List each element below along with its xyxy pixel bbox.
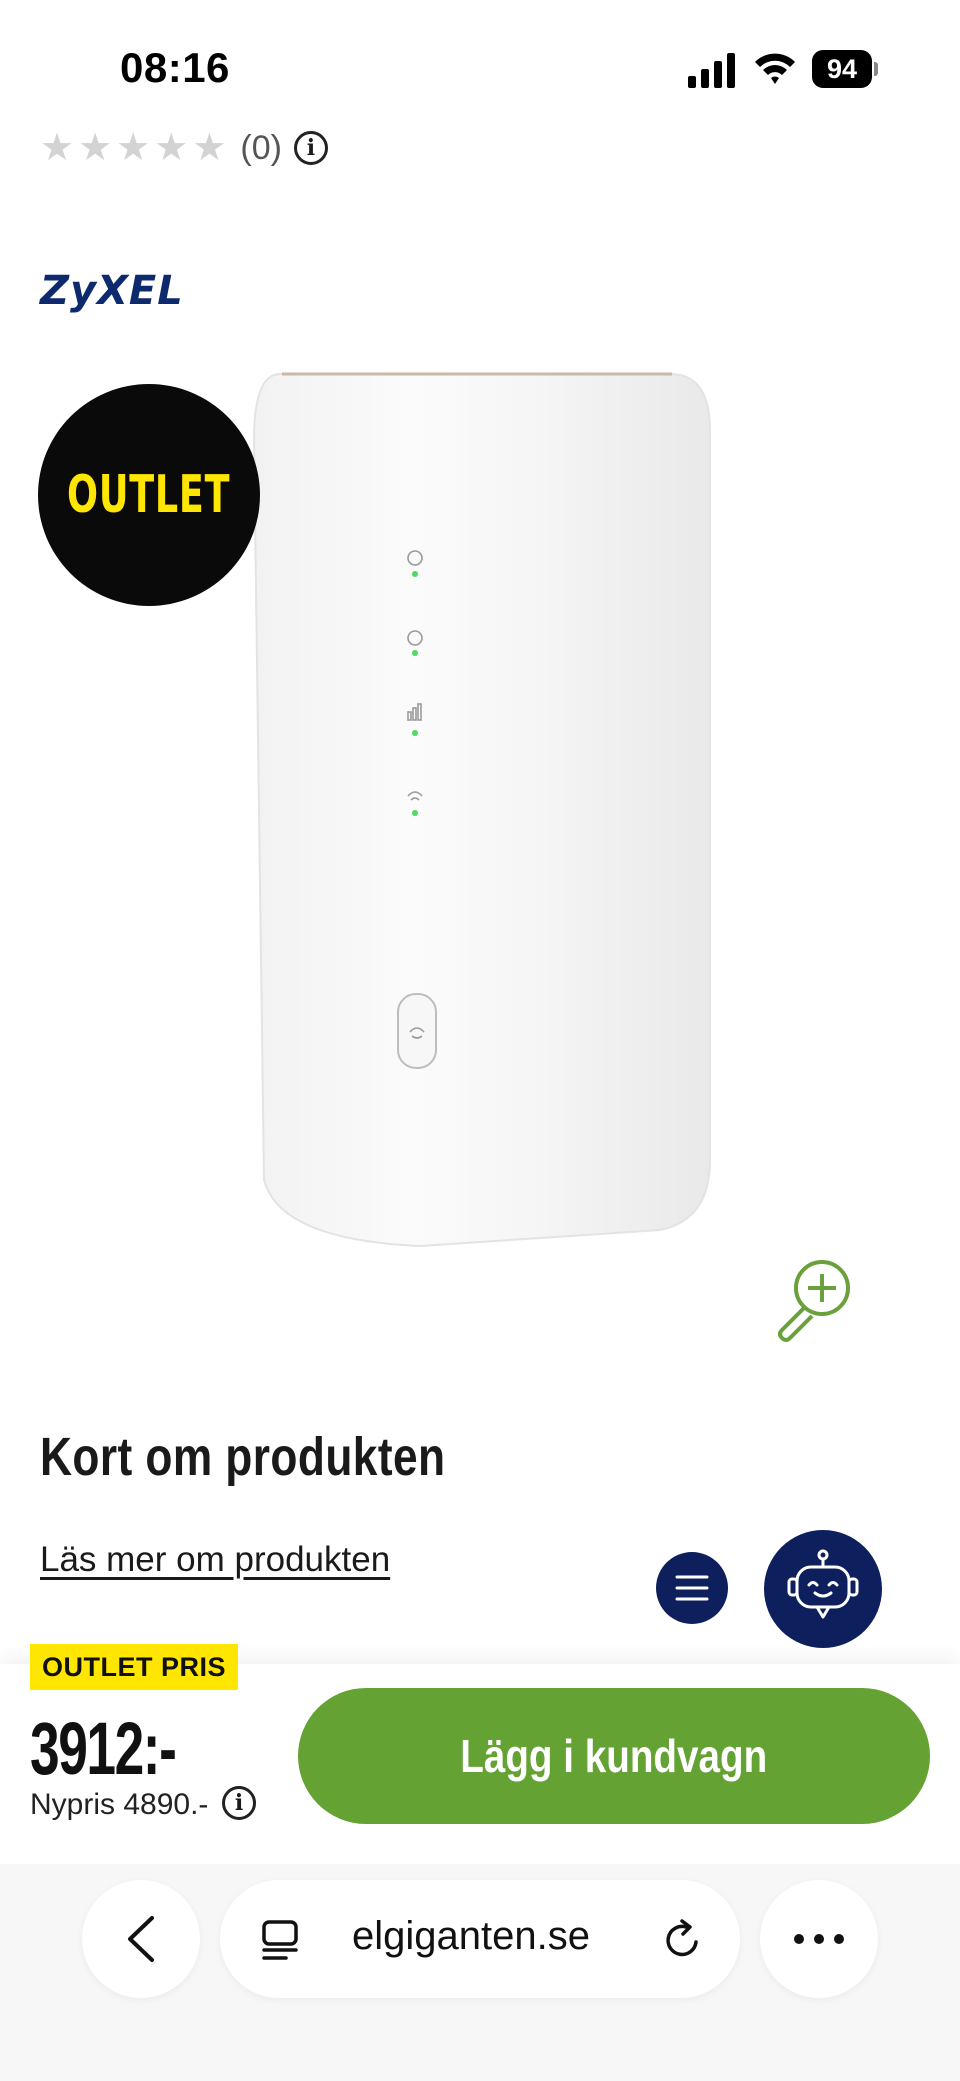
info-icon[interactable]: i bbox=[293, 131, 328, 165]
signal-icon bbox=[688, 53, 735, 88]
outlet-badge: OUTLET bbox=[38, 384, 260, 606]
original-price: Nypris 4890.- bbox=[30, 1788, 209, 1821]
battery-icon: 94 bbox=[812, 50, 878, 88]
star-icon: ★ bbox=[192, 127, 227, 169]
url-text[interactable]: elgiganten.se bbox=[352, 1914, 590, 1959]
back-arrow-icon bbox=[128, 1916, 154, 1962]
wifi-icon bbox=[755, 53, 795, 84]
battery-cap bbox=[874, 62, 878, 76]
tabs-icon[interactable] bbox=[258, 1918, 302, 1962]
add-to-cart-label: Lägg i kundvagn bbox=[460, 1730, 768, 1782]
add-to-cart-button[interactable]: Lägg i kundvagn bbox=[298, 1688, 930, 1824]
battery-level: 94 bbox=[812, 50, 872, 88]
star-icon: ★ bbox=[78, 127, 113, 169]
section-title: Kort om produkten bbox=[40, 1427, 446, 1487]
reload-icon[interactable] bbox=[660, 1918, 704, 1962]
back-button[interactable] bbox=[82, 1880, 200, 1998]
rating-row[interactable]: ★ ★ ★ ★ ★ (0) i bbox=[40, 128, 328, 168]
info-icon[interactable]: i bbox=[222, 1786, 256, 1820]
rating-stars: ★ ★ ★ ★ ★ bbox=[40, 129, 226, 167]
zoom-in-icon[interactable] bbox=[770, 1252, 860, 1342]
brand-logo[interactable]: ZyXEL bbox=[40, 268, 184, 314]
product-image[interactable] bbox=[240, 360, 720, 1260]
outlet-price-tag: OUTLET PRIS bbox=[30, 1644, 239, 1690]
status-time: 08:16 bbox=[120, 44, 230, 91]
menu-icon bbox=[675, 1575, 709, 1601]
more-icon bbox=[794, 1934, 844, 1944]
more-button[interactable] bbox=[760, 1880, 878, 1998]
chatbot-icon bbox=[787, 1549, 859, 1619]
outlet-badge-label: OUTLET bbox=[67, 465, 231, 525]
star-icon: ★ bbox=[116, 127, 151, 169]
star-icon: ★ bbox=[154, 127, 189, 169]
rating-count: (0) bbox=[240, 128, 282, 167]
star-icon: ★ bbox=[40, 127, 75, 169]
menu-button[interactable] bbox=[656, 1552, 728, 1624]
price: 3912:- bbox=[30, 1707, 177, 1790]
read-more-link[interactable]: Läs mer om produkten bbox=[40, 1540, 390, 1580]
address-bar[interactable]: elgiganten.se bbox=[220, 1880, 740, 1998]
chatbot-button[interactable] bbox=[764, 1530, 882, 1648]
status-bar: 08:16 94 bbox=[0, 0, 960, 140]
